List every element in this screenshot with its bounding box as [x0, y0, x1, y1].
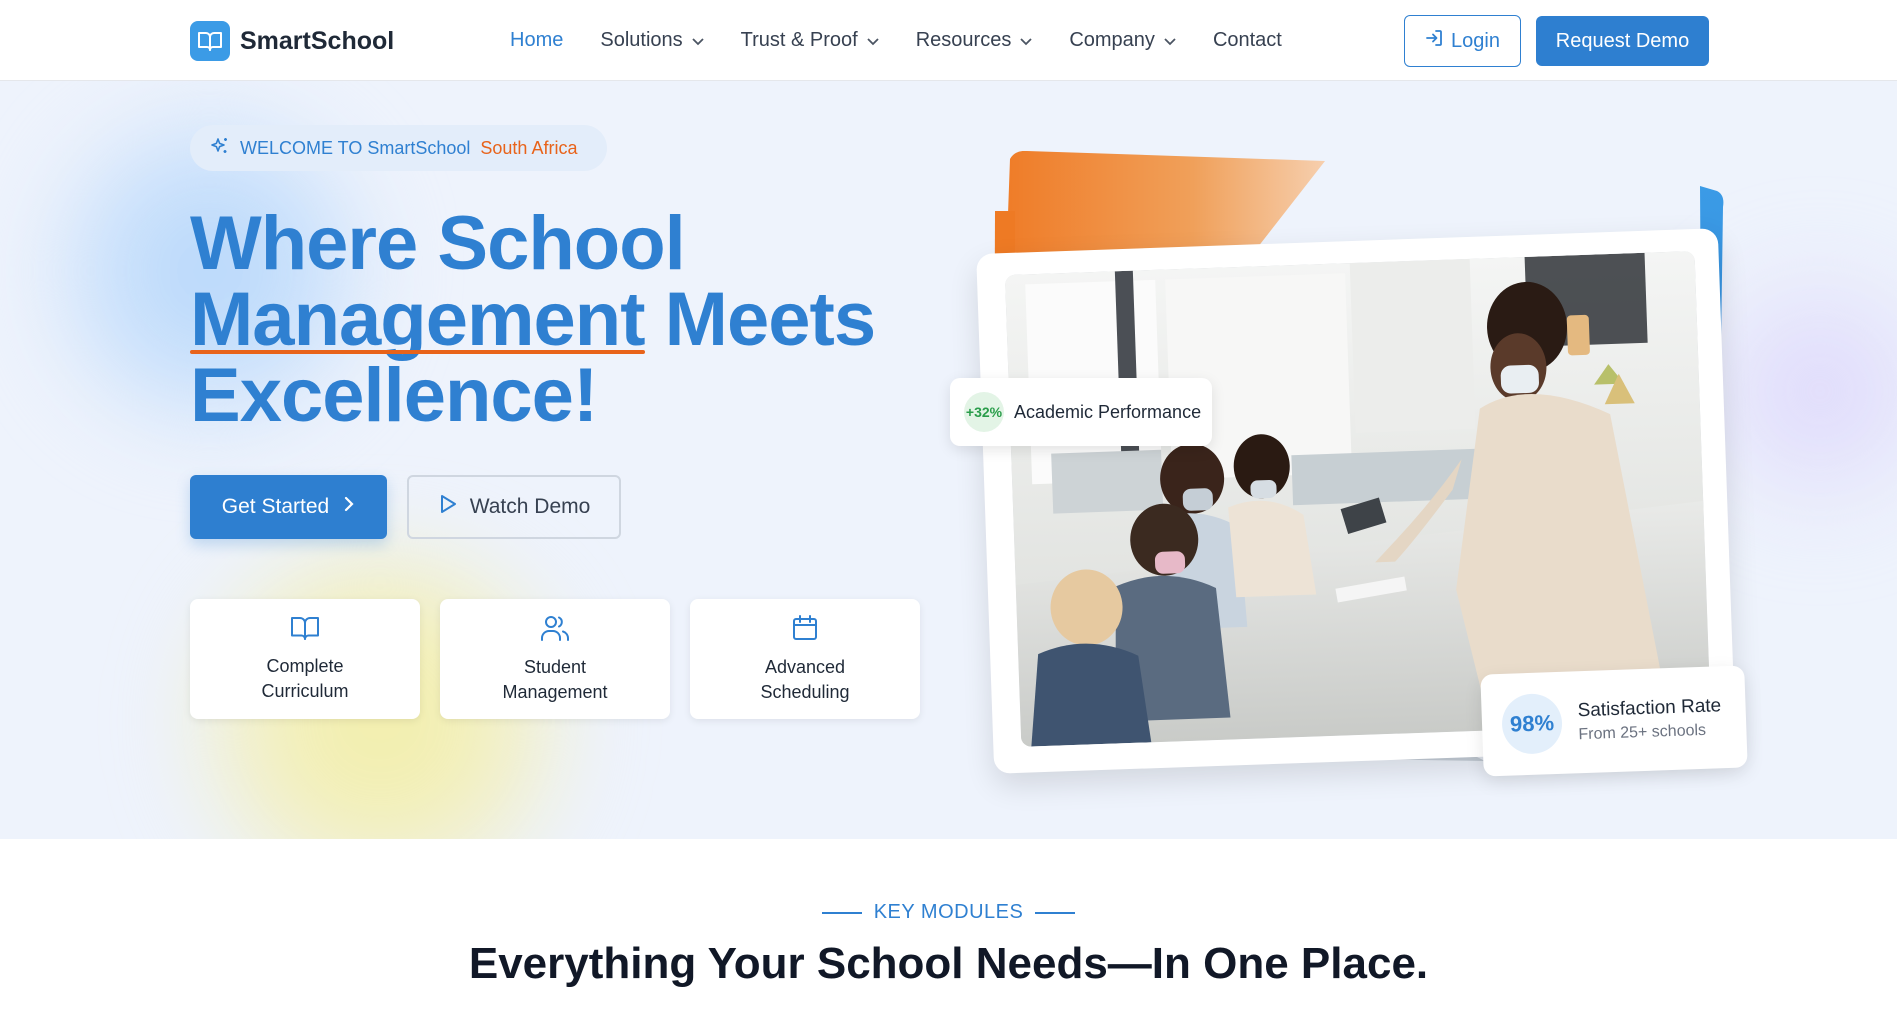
get-started-button[interactable]: Get Started: [190, 475, 387, 539]
hero-headline: Where School Management Meets Excellence…: [190, 201, 876, 438]
get-started-label: Get Started: [221, 495, 330, 518]
chevron-right-icon: [329, 495, 355, 519]
nav-item-contact[interactable]: Contact: [1213, 29, 1282, 52]
section-title: Everything Your School Needs—In One Plac…: [468, 939, 1429, 988]
book-icon: [290, 615, 320, 646]
welcome-text: WELCOME TO SmartSchool: [240, 137, 471, 158]
satisfaction-stat-sub: From 25+ schools: [1578, 721, 1707, 744]
nav-item-company[interactable]: Company: [1069, 29, 1177, 52]
feature-card-student-management[interactable]: Student Management: [440, 599, 670, 719]
nav-item-trust-proof[interactable]: Trust & Proof: [741, 29, 880, 52]
feature-card-curriculum[interactable]: Complete Curriculum: [190, 599, 420, 719]
top-navbar: SmartSchool Home Solutions Trust & Proof…: [0, 0, 1897, 81]
main-nav: Home Solutions Trust & Proof Resources C…: [510, 0, 1282, 81]
satisfaction-stat-label: Satisfaction Rate: [1577, 695, 1722, 722]
feature-label: Student Management: [502, 656, 608, 702]
brand-name: SmartSchool: [240, 26, 395, 55]
key-modules-section: KEY MODULES Everything Your School Needs…: [0, 839, 1897, 1026]
login-button[interactable]: Login: [1404, 15, 1521, 67]
login-label: Login: [1451, 29, 1500, 52]
welcome-region: South Africa: [480, 137, 578, 158]
academic-stat-label: Academic Performance: [1014, 401, 1202, 422]
satisfaction-stat: 98% Satisfaction Rate From 25+ schools: [1480, 665, 1748, 777]
nav-item-solutions[interactable]: Solutions: [600, 29, 704, 52]
feature-card-scheduling[interactable]: Advanced Scheduling: [690, 599, 920, 719]
nav-item-label: Company: [1069, 29, 1155, 51]
headline-line-2-rest: Meets: [664, 277, 876, 362]
headline-line-1: Where School: [190, 201, 686, 286]
request-demo-label: Request Demo: [1555, 29, 1690, 52]
nav-item-label: Resources: [915, 29, 1012, 51]
users-icon: [540, 614, 570, 647]
satisfaction-stat-value: 98%: [1501, 692, 1564, 755]
feature-label: Complete Curriculum: [261, 655, 349, 701]
nav-item-home[interactable]: Home: [510, 29, 563, 52]
request-demo-button[interactable]: Request Demo: [1536, 16, 1709, 66]
kicker-dash: [821, 911, 862, 914]
headline-underlined-word: Management: [190, 277, 646, 362]
kicker-dash: [1035, 911, 1076, 914]
chevron-down-icon: [1163, 36, 1177, 46]
academic-performance-stat: +32% Academic Performance: [950, 378, 1212, 446]
feature-label: Advanced Scheduling: [760, 656, 850, 702]
hero-section: WELCOME TO SmartSchool South Africa Wher…: [0, 81, 1897, 839]
watch-demo-button[interactable]: Watch Demo: [407, 475, 621, 539]
open-book-icon: [190, 21, 230, 61]
login-icon: [1425, 29, 1451, 53]
nav-item-label: Home: [510, 29, 564, 51]
headline-line-2: Management Meets: [190, 277, 876, 362]
satisfaction-stat-text: Satisfaction Rate From 25+ schools: [1577, 695, 1722, 744]
calendar-icon: [791, 614, 819, 647]
headline-line-3: Excellence!: [190, 353, 598, 438]
chevron-down-icon: [1019, 36, 1033, 46]
kicker-label: KEY MODULES: [873, 901, 1024, 923]
chevron-down-icon: [866, 36, 880, 46]
play-icon: [438, 493, 470, 521]
nav-item-label: Contact: [1212, 29, 1282, 51]
sparkle-icon: [210, 136, 230, 161]
nav-item-label: Solutions: [600, 29, 683, 51]
nav-item-label: Trust & Proof: [740, 29, 858, 51]
academic-stat-value: +32%: [964, 392, 1004, 432]
watch-demo-label: Watch Demo: [469, 495, 591, 518]
section-kicker: KEY MODULES: [0, 901, 1897, 924]
nav-item-resources[interactable]: Resources: [916, 29, 1034, 52]
welcome-badge: WELCOME TO SmartSchool South Africa: [190, 125, 608, 171]
chevron-down-icon: [691, 36, 705, 46]
brand[interactable]: SmartSchool: [190, 21, 394, 61]
